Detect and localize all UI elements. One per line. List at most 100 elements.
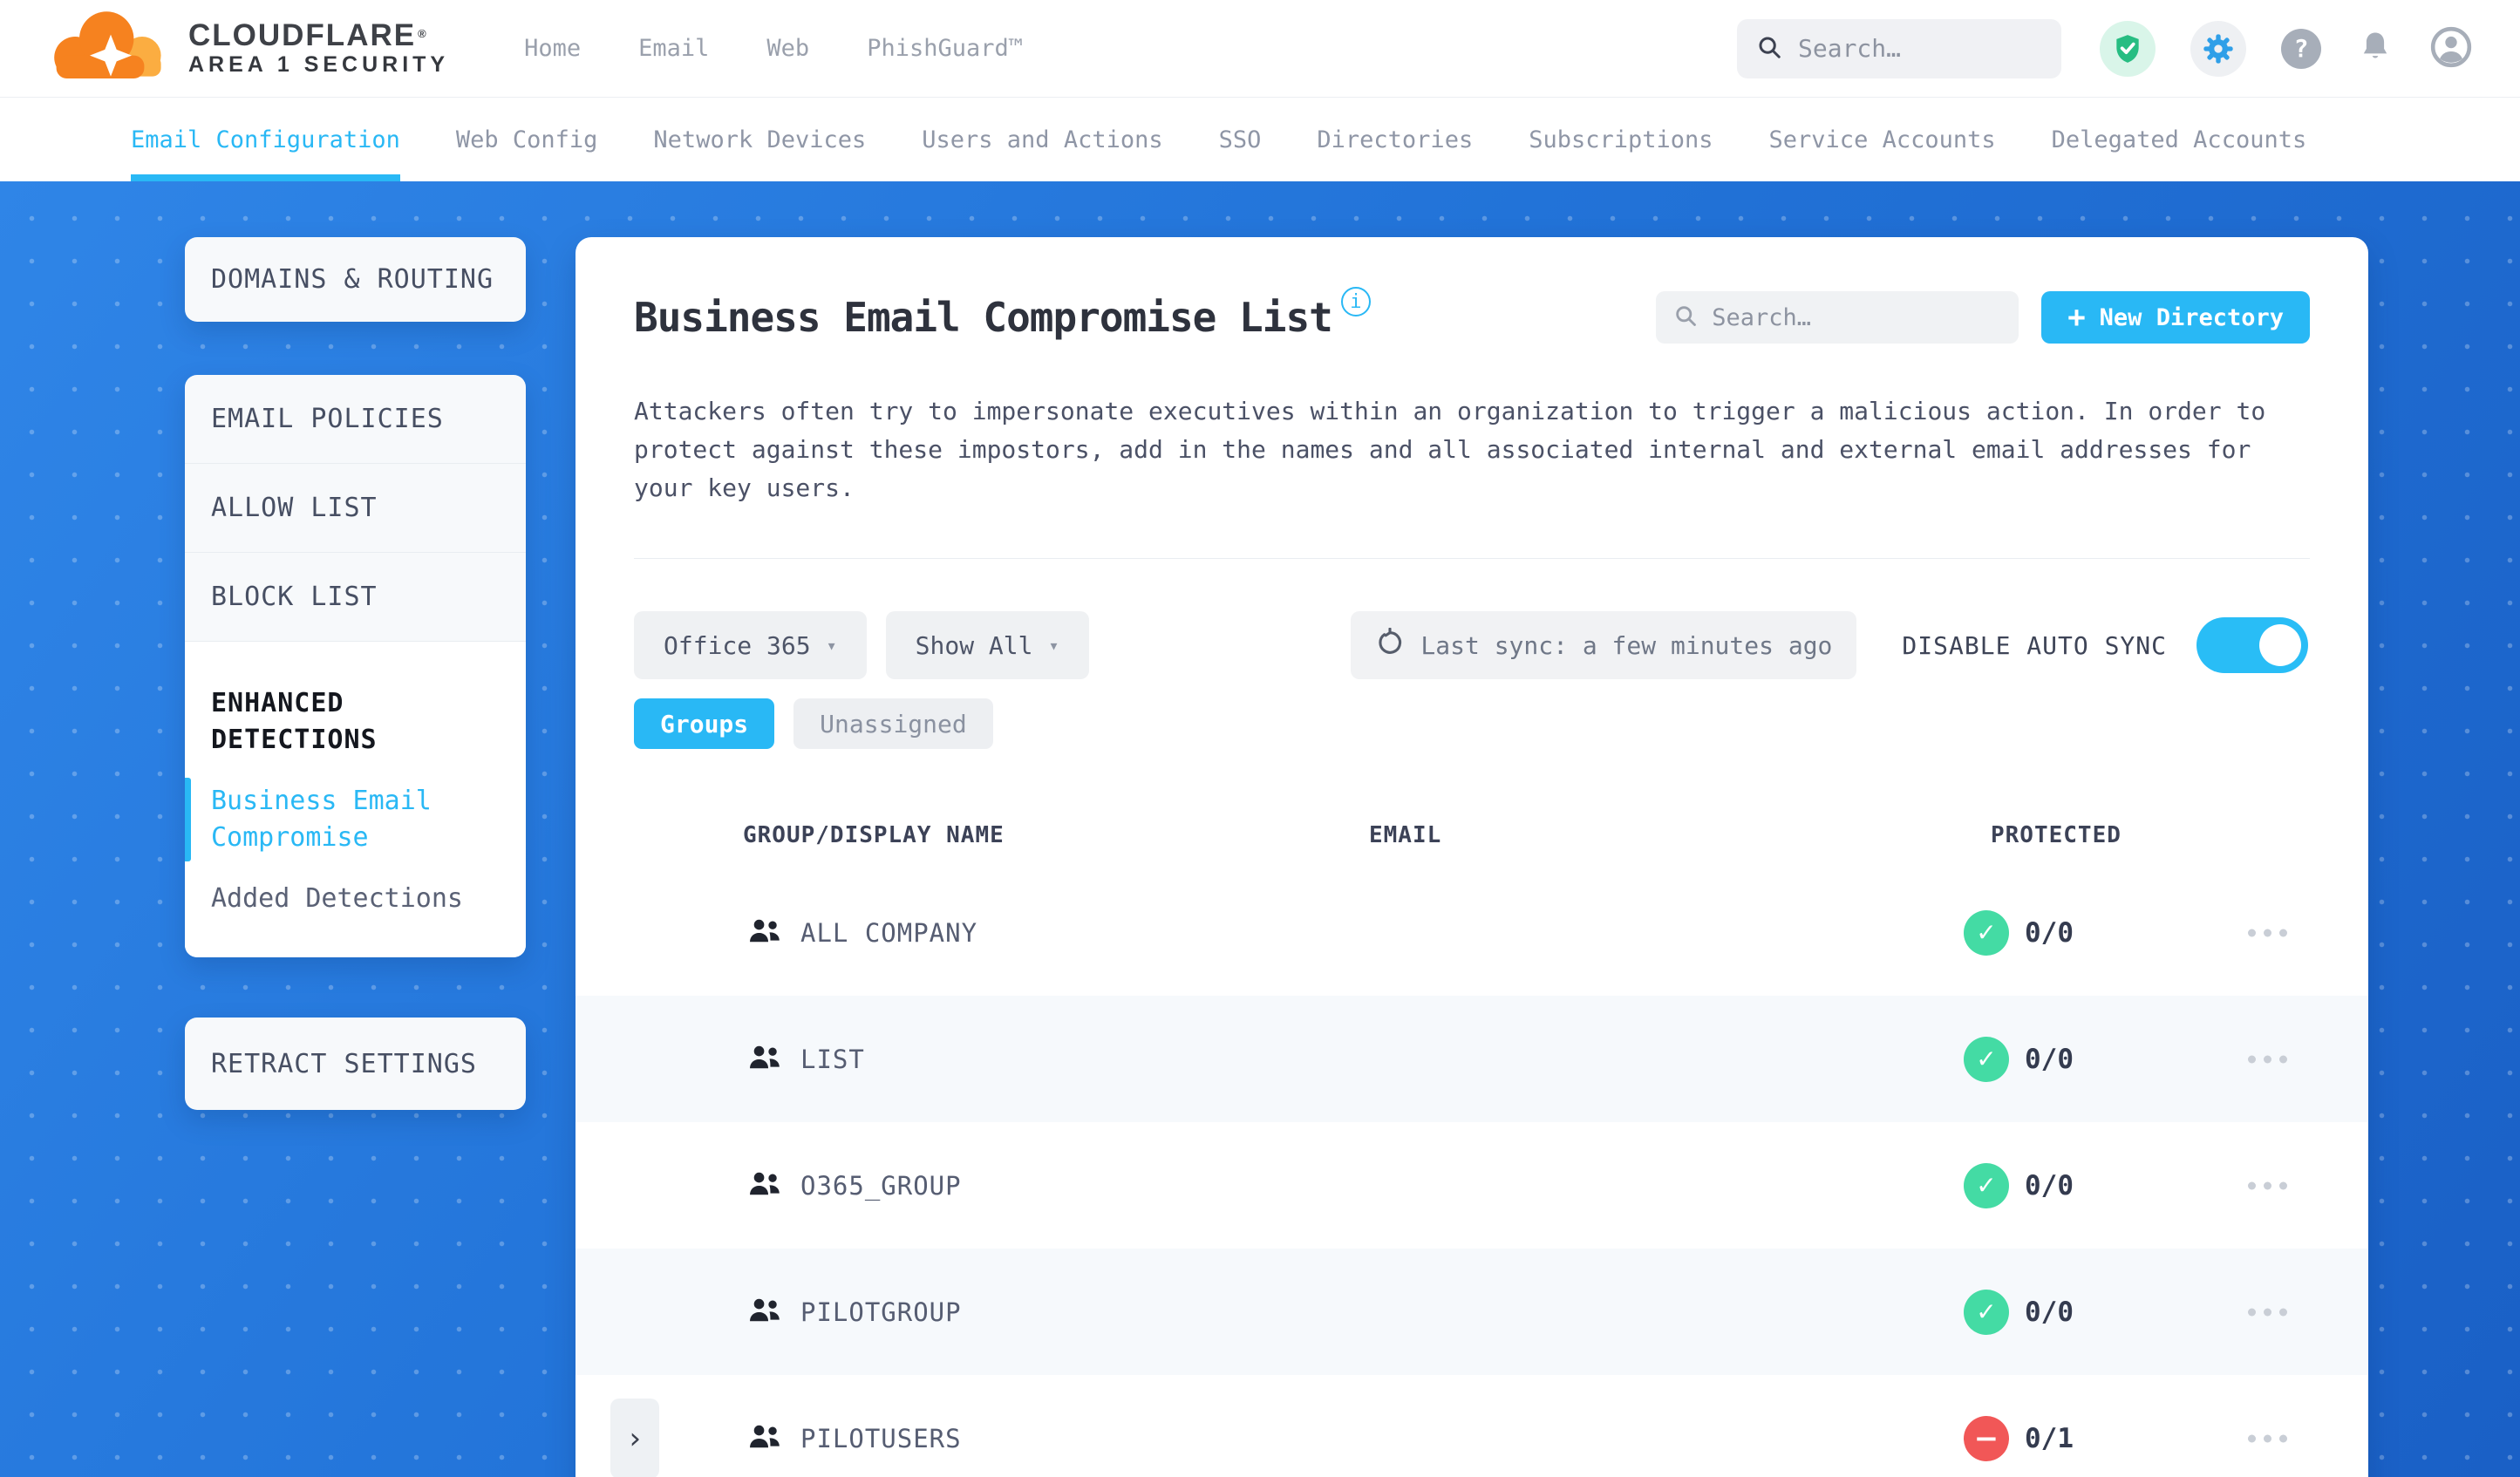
protected-count: 0/0 — [2025, 1043, 2074, 1075]
table-row[interactable]: › PILOTUSERS − 0/1 — [576, 1375, 2368, 1477]
tab-directories[interactable]: Directories — [1317, 99, 1473, 181]
protected-check-icon: ✓ — [1964, 1036, 2009, 1082]
search-icon — [1673, 303, 1698, 331]
protected-check-icon: ✓ — [1964, 1162, 2009, 1208]
tab-email-configuration[interactable]: Email Configuration — [131, 99, 400, 181]
group-name: LIST — [800, 1044, 865, 1074]
protected-count: 0/0 — [2025, 916, 2074, 949]
group-icon — [746, 1295, 783, 1330]
list-search[interactable] — [1656, 291, 2019, 344]
group-name: PILOTGROUP — [800, 1297, 962, 1327]
show-filter-dropdown[interactable]: Show All ▾ — [885, 611, 1089, 679]
table-row[interactable]: O365_GROUP ✓ 0/0 — [576, 1122, 2368, 1249]
plus-icon: + — [2067, 300, 2086, 335]
new-directory-button[interactable]: + New Directory — [2041, 291, 2310, 344]
expand-row-button[interactable]: › — [610, 1398, 659, 1477]
table-header: GROUP/DISPLAY NAME EMAIL PROTECTED — [576, 810, 2368, 869]
row-menu-button[interactable] — [2239, 1046, 2296, 1072]
protected-cell: ✓ 0/0 — [1964, 909, 2074, 956]
tab-users-and-actions[interactable]: Users and Actions — [922, 99, 1162, 181]
chevron-down-icon: ▾ — [826, 635, 837, 656]
search-icon — [1756, 34, 1782, 64]
global-search-input[interactable] — [1796, 33, 2042, 64]
groups-table: GROUP/DISPLAY NAME EMAIL PROTECTED ALL C… — [576, 810, 2368, 1477]
table-row[interactable]: PILOTGROUP ✓ 0/0 — [576, 1249, 2368, 1375]
shield-check-icon[interactable] — [2100, 20, 2156, 77]
tab-delegated-accounts[interactable]: Delegated Accounts — [2052, 99, 2307, 181]
row-menu-button[interactable] — [2239, 1299, 2296, 1324]
protected-check-icon: ✓ — [1964, 1289, 2009, 1335]
info-icon[interactable]: i — [1340, 287, 1371, 316]
title-row: Business Email Compromise List i Search…… — [634, 237, 2310, 344]
sidebar-policies-card: EMAIL POLICIES ALLOW LIST BLOCK LIST ENH… — [185, 375, 526, 957]
sidebar-item-block-list[interactable]: BLOCK LIST — [185, 553, 526, 642]
sidebar-item-email-policies[interactable]: EMAIL POLICIES — [185, 375, 526, 464]
tab-unassigned[interactable]: Unassigned — [793, 698, 993, 749]
table-row[interactable]: ALL COMPANY ✓ 0/0 — [576, 869, 2368, 996]
column-protected: PROTECTED — [1991, 822, 2122, 848]
group-icon — [746, 915, 783, 950]
page-title: Business Email Compromise List — [634, 294, 1333, 341]
view-tabs: Groups Unassigned — [634, 698, 2310, 749]
list-search-input[interactable] — [1710, 303, 2002, 332]
auto-sync-label: DISABLE AUTO SYNC — [1902, 630, 2167, 660]
protected-count: 0/0 — [2025, 1169, 2074, 1201]
sidebar-item-retract-settings[interactable]: RETRACT SETTINGS — [185, 1018, 526, 1110]
protected-cell: ✓ 0/0 — [1964, 1162, 2074, 1208]
tab-groups[interactable]: Groups — [634, 698, 775, 749]
group-icon — [746, 1168, 783, 1203]
refresh-icon — [1375, 627, 1405, 664]
nav-phishguard[interactable]: PhishGuard™ — [867, 35, 1023, 62]
chevron-down-icon: ▾ — [1048, 635, 1059, 656]
divider — [634, 558, 2310, 559]
global-search[interactable] — [1737, 18, 2061, 78]
row-menu-button[interactable] — [2239, 920, 2296, 945]
nav-email[interactable]: Email — [638, 35, 709, 62]
primary-nav: Home Email Web PhishGuard™ — [524, 35, 1023, 62]
group-icon — [746, 1042, 783, 1077]
page-description: Attackers often try to impersonate execu… — [634, 397, 2266, 502]
brand-name: CLOUDFLARE — [188, 17, 417, 52]
sidebar-item-business-email-compromise[interactable]: Business Email Compromise — [185, 778, 500, 861]
auto-sync-toggle[interactable] — [2196, 617, 2308, 673]
protected-cell: ✓ 0/0 — [1964, 1036, 2074, 1082]
last-sync-button[interactable]: Last sync: a few minutes ago — [1351, 611, 1857, 679]
avatar-icon[interactable] — [2429, 25, 2473, 72]
protected-count: 0/1 — [2025, 1422, 2074, 1454]
top-bar: CLOUDFLARE ® AREA 1 SECURITY Home Email … — [0, 0, 2520, 98]
protected-cell: ✓ 0/0 — [1964, 1289, 2074, 1335]
group-name: O365_GROUP — [800, 1170, 962, 1201]
group-icon — [746, 1421, 783, 1456]
table-row[interactable]: LIST ✓ 0/0 — [576, 996, 2368, 1122]
brand-subtitle: AREA 1 SECURITY — [188, 51, 450, 77]
sidebar-item-enhanced-detections[interactable]: ENHANCED DETECTIONS — [211, 685, 500, 759]
tab-web-config[interactable]: Web Config — [456, 99, 598, 181]
page-background: DOMAINS & ROUTING EMAIL POLICIES ALLOW L… — [0, 181, 2520, 1477]
row-menu-button[interactable] — [2239, 1173, 2296, 1198]
registered-mark: ® — [418, 26, 428, 40]
main-panel: Business Email Compromise List i Search…… — [576, 237, 2368, 1477]
group-name: PILOTUSERS — [800, 1423, 962, 1453]
nav-home[interactable]: Home — [524, 35, 581, 62]
directory-filter-dropdown[interactable]: Office 365 ▾ — [634, 611, 867, 679]
gear-icon[interactable] — [2190, 20, 2246, 77]
protected-check-icon: ✓ — [1964, 909, 2009, 956]
column-email: EMAIL — [1369, 822, 1442, 848]
row-menu-button[interactable] — [2239, 1426, 2296, 1451]
sidebar-item-allow-list[interactable]: ALLOW LIST — [185, 464, 526, 553]
cloudflare-logo[interactable]: CLOUDFLARE ® AREA 1 SECURITY — [45, 5, 449, 92]
toggle-knob — [2259, 624, 2301, 666]
filter-row: Office 365 ▾ Show All ▾ Last sync: a few… — [634, 611, 2310, 679]
nav-web[interactable]: Web — [766, 35, 809, 62]
sidebar-item-domains-routing[interactable]: DOMAINS & ROUTING — [185, 237, 526, 322]
tab-service-accounts[interactable]: Service Accounts — [1769, 99, 1996, 181]
protected-count: 0/0 — [2025, 1296, 2074, 1328]
tab-sso[interactable]: SSO — [1219, 99, 1262, 181]
tab-network-devices[interactable]: Network Devices — [653, 99, 866, 181]
tab-subscriptions[interactable]: Subscriptions — [1529, 99, 1713, 181]
unprotected-minus-icon: − — [1964, 1415, 2009, 1461]
sidebar-item-added-detections[interactable]: Added Detections — [211, 881, 500, 917]
bell-icon[interactable] — [2356, 28, 2394, 70]
logo-text: CLOUDFLARE ® AREA 1 SECURITY — [188, 17, 450, 78]
help-icon[interactable]: ? — [2281, 28, 2321, 69]
